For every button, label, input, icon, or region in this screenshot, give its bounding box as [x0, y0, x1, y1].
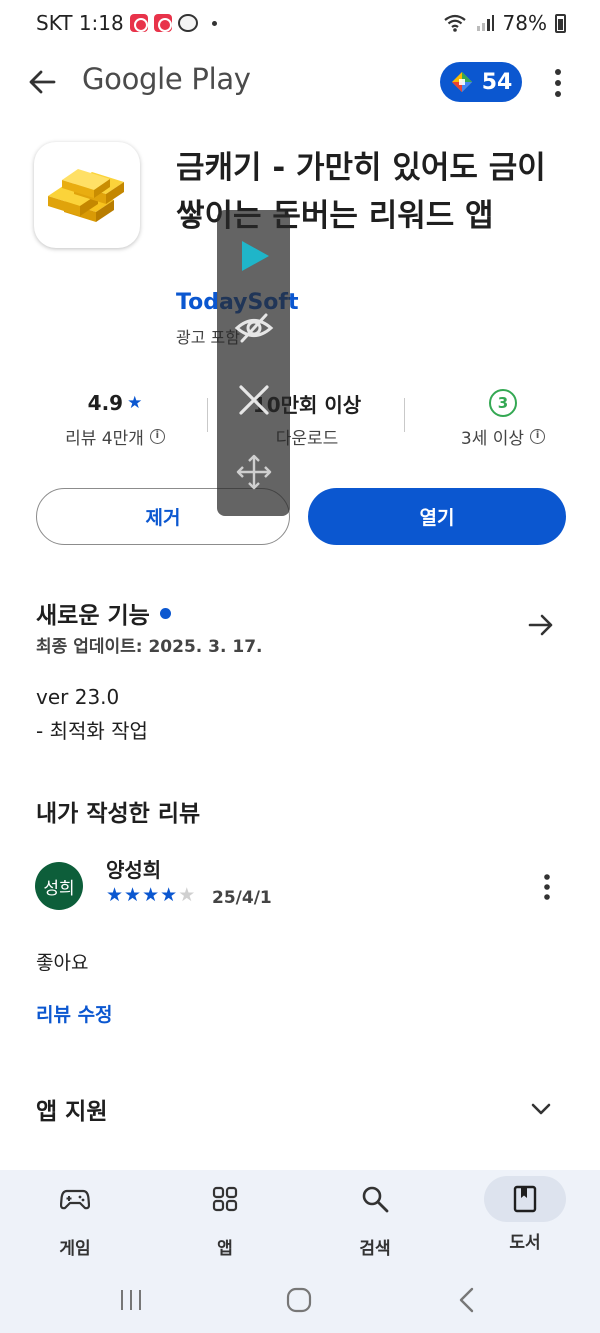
eye-off-icon — [234, 313, 273, 343]
home-icon[interactable] — [286, 1287, 312, 1313]
battery-percent: 78% — [502, 11, 547, 35]
play-points-diamond-icon — [451, 72, 472, 92]
chevron-down-icon[interactable] — [528, 1096, 554, 1122]
floating-control-panel — [217, 210, 290, 516]
wifi-icon — [443, 14, 466, 32]
edit-review-link[interactable]: 리뷰 수정 — [36, 1000, 113, 1027]
star-filled-icon: ★ — [106, 884, 125, 906]
play-points-button[interactable]: 54 — [440, 62, 522, 102]
overlay-play-button[interactable] — [217, 228, 290, 284]
reviewer-name: 양성희 — [106, 858, 162, 882]
notification-raccoon-icon — [177, 14, 198, 32]
system-navigation-bar — [0, 1265, 600, 1333]
open-button[interactable]: 열기 — [308, 488, 566, 545]
app-support-title[interactable]: 앱 지원 — [36, 1092, 108, 1126]
rating-stat[interactable]: 4.9 ★ 리뷰 4만개 i — [40, 388, 190, 449]
info-icon: i — [149, 429, 165, 444]
store-title: Google Play — [82, 62, 251, 96]
nav-label: 검색 — [359, 1239, 391, 1259]
nav-item-books[interactable]: 도서 — [480, 1176, 570, 1253]
whats-new-title: 새로운 기능 — [36, 603, 150, 629]
nav-item-games[interactable]: 게임 — [30, 1182, 120, 1259]
age-rating-badge: 3 — [489, 389, 517, 417]
signal-icon — [476, 15, 494, 31]
overlay-hide-button[interactable] — [217, 300, 290, 356]
info-icon: i — [530, 429, 546, 444]
apps-grid-icon — [212, 1186, 238, 1212]
star-filled-icon: ★ — [124, 884, 143, 906]
notification-app-icon — [129, 14, 148, 32]
search-icon — [362, 1186, 389, 1213]
status-right: 78% — [443, 11, 566, 35]
play-icon — [241, 241, 269, 271]
nav-label: 도서 — [509, 1233, 541, 1253]
move-icon — [236, 454, 271, 490]
nav-item-search[interactable]: 검색 — [330, 1182, 420, 1259]
rating-value: 4.9 — [87, 391, 124, 415]
bottom-navigation: 게임 앱 검색 도서 — [0, 1170, 600, 1265]
review-date: 25/4/1 — [212, 888, 272, 908]
more-notifications-icon — [211, 20, 217, 26]
top-app-bar: Google Play 54 — [0, 52, 600, 112]
whats-new-header[interactable]: 새로운 기능 — [36, 596, 171, 630]
star-empty-icon: ★ — [178, 884, 197, 906]
system-back-icon[interactable] — [456, 1287, 478, 1313]
close-icon — [238, 385, 269, 415]
recent-apps-icon[interactable] — [118, 1287, 144, 1313]
release-note-line: - 최적화 작업 — [36, 719, 148, 743]
overlay-close-button[interactable] — [217, 372, 290, 428]
gold-bars-icon — [48, 169, 124, 222]
overlay-move-handle[interactable] — [217, 444, 290, 500]
star-filled-icon: ★ — [160, 884, 179, 906]
avatar: 성희 — [35, 862, 83, 910]
review-text: 좋아요 — [36, 952, 89, 974]
app-icon — [34, 142, 140, 248]
stat-divider — [207, 398, 208, 432]
review-count: 리뷰 4만개 — [65, 429, 144, 449]
arrow-forward-icon[interactable] — [526, 610, 556, 640]
star-filled-icon: ★ — [142, 884, 161, 906]
more-options-icon[interactable] — [546, 66, 570, 100]
status-bar: SKT 1:18 78% — [0, 0, 600, 48]
nav-item-apps[interactable]: 앱 — [180, 1182, 270, 1259]
carrier-time: SKT 1:18 — [36, 11, 124, 35]
battery-icon — [555, 13, 566, 33]
nav-label: 게임 — [59, 1239, 91, 1259]
stat-divider — [404, 398, 405, 432]
review-stars: ★★★★★ — [106, 884, 196, 906]
age-rating-label: 3세 이상 — [460, 429, 525, 449]
play-points-count: 54 — [481, 69, 513, 95]
content-rating-stat[interactable]: 3 3세 이상 i — [428, 388, 578, 449]
release-notes: ver 23.0 - 최적화 작업 — [36, 680, 148, 748]
review-more-icon[interactable] — [536, 872, 558, 902]
notification-app-icon — [153, 14, 172, 32]
my-review-title: 내가 작성한 리뷰 — [36, 801, 201, 827]
new-indicator-dot — [159, 608, 171, 619]
back-arrow-icon[interactable] — [24, 62, 60, 102]
book-icon — [513, 1185, 537, 1213]
star-icon: ★ — [127, 393, 143, 413]
gamepad-icon — [60, 1189, 90, 1210]
nav-label: 앱 — [217, 1239, 233, 1259]
status-left: SKT 1:18 — [36, 11, 217, 35]
release-version: ver 23.0 — [36, 685, 120, 709]
last-updated-date: 최종 업데이트: 2025. 3. 17. — [36, 637, 263, 657]
